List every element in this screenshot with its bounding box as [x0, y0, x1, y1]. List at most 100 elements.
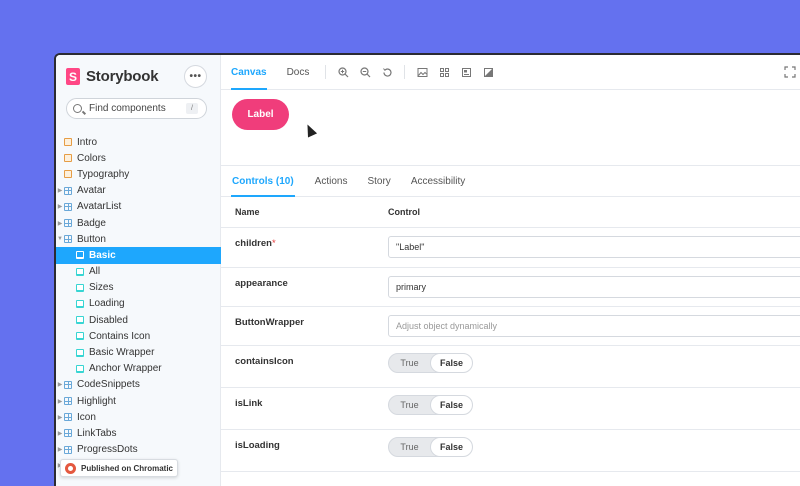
layout-icon[interactable] [460, 66, 472, 78]
sidebar-item-label: CodeSnippets [77, 379, 140, 391]
label-button[interactable]: Label [232, 99, 289, 130]
search-icon [73, 104, 82, 113]
contrast-icon[interactable] [482, 66, 494, 78]
control-row-children: children* "Label" [221, 228, 800, 268]
component-icon [64, 235, 72, 244]
chevron-right-icon[interactable]: ▶ [56, 203, 64, 210]
control-row-islink: isLink True False [221, 388, 800, 430]
chevron-right-icon[interactable]: ▶ [56, 187, 64, 194]
bookmark-icon [76, 332, 84, 341]
sidebar-item-loading[interactable]: Loading [56, 296, 221, 312]
sidebar-item-label: Badge [77, 217, 106, 229]
children-text-field[interactable]: "Label" [388, 236, 800, 258]
grid-icon[interactable] [438, 66, 450, 78]
sidebar-item-label: Basic Wrapper [89, 347, 155, 359]
zoom-in-icon[interactable] [337, 66, 349, 78]
sidebar-item-colors[interactable]: Colors [56, 150, 221, 166]
component-icon [64, 397, 72, 406]
sidebar-item-progressdots[interactable]: ▶ ProgressDots [56, 442, 221, 458]
component-icon [64, 219, 72, 228]
sidebar-item-linktabs[interactable]: ▶ LinkTabs [56, 425, 221, 441]
storybook-logo: S [66, 68, 80, 85]
sidebar-item-label: Button [77, 233, 106, 245]
appearance-text-field[interactable]: primary [388, 276, 800, 298]
controls-header: Name Control [221, 197, 800, 228]
containsicon-toggle[interactable]: True False [388, 353, 473, 373]
sidebar-item-all[interactable]: All [56, 264, 221, 280]
search-placeholder: Find components [89, 103, 166, 114]
sidebar-item-label: All [89, 266, 101, 278]
story-tree: Intro Colors Typography ▶ Avatar ▶ AvatarList ▶… [56, 134, 221, 474]
chevron-right-icon[interactable]: ▶ [56, 381, 64, 388]
tab-controls[interactable]: Controls (10) [231, 166, 295, 197]
sidebar-item-label: Typography [77, 168, 130, 180]
control-name: isLink [235, 398, 263, 409]
toggle-true-option[interactable]: True [389, 396, 430, 414]
islink-toggle[interactable]: True False [388, 395, 473, 415]
control-row-buttonwrapper: ButtonWrapper Adjust object dynamically [221, 307, 800, 346]
zoom-out-icon[interactable] [359, 66, 371, 78]
isloading-toggle[interactable]: True False [388, 437, 473, 457]
buttonwrapper-object-field[interactable]: Adjust object dynamically [388, 315, 800, 337]
chevron-right-icon[interactable]: ▶ [56, 414, 64, 421]
chevron-down-icon[interactable]: ▼ [56, 236, 64, 242]
chevron-right-icon[interactable]: ▶ [56, 220, 64, 227]
sidebar-item-label: Colors [77, 152, 106, 164]
sidebar-item-label: Sizes [89, 282, 114, 294]
sidebar-item-avatar[interactable]: ▶ Avatar [56, 183, 221, 199]
sidebar-item-codesnippets[interactable]: ▶ CodeSnippets [56, 377, 221, 393]
control-name: containsIcon [235, 356, 294, 367]
sidebar-item-badge[interactable]: ▶ Badge [56, 215, 221, 231]
control-name: ButtonWrapper [235, 317, 304, 328]
sidebar-item-highlight[interactable]: ▶ Highlight [56, 393, 221, 409]
component-icon [64, 413, 72, 422]
sidebar-item-sizes[interactable]: Sizes [56, 280, 221, 296]
sidebar-item-typography[interactable]: Typography [56, 166, 221, 182]
toggle-true-option[interactable]: True [389, 438, 430, 456]
sidebar-item-basic-wrapper[interactable]: Basic Wrapper [56, 344, 221, 360]
control-row-appearance: appearance primary [221, 268, 800, 307]
sidebar-item-label: AvatarList [77, 201, 122, 213]
sidebar-item-icon[interactable]: ▶ Icon [56, 409, 221, 425]
control-name: isLoading [235, 440, 280, 451]
sidebar-item-button[interactable]: ▼ Button [56, 231, 221, 247]
sidebar-item-label: Contains Icon [89, 330, 151, 342]
column-control-header: Control [388, 207, 420, 217]
chevron-right-icon[interactable]: ▶ [56, 446, 64, 453]
component-icon [64, 380, 72, 389]
sidebar-item-basic[interactable]: Basic [56, 247, 221, 264]
sidebar-item-label: Icon [77, 411, 96, 423]
sidebar-item-disabled[interactable]: Disabled [56, 312, 221, 328]
addons-panel: Controls (10) Actions Story Accessibilit… [221, 165, 800, 486]
sidebar: S Storybook ••• Find components / Intro C… [56, 55, 221, 486]
zoom-reset-icon[interactable] [381, 66, 393, 78]
bookmark-icon [76, 364, 84, 373]
search-shortcut-key: / [186, 103, 198, 114]
sidebar-item-intro[interactable]: Intro [56, 134, 221, 150]
tab-accessibility[interactable]: Accessibility [401, 166, 475, 197]
toggle-false-option[interactable]: False [430, 438, 472, 456]
control-name: children* [235, 238, 276, 249]
chromatic-badge-label: Published on Chromatic [81, 463, 174, 473]
bookmark-icon [76, 316, 84, 325]
brand[interactable]: S Storybook [66, 68, 159, 85]
chevron-right-icon[interactable]: ▶ [56, 398, 64, 405]
tab-canvas[interactable]: Canvas [221, 55, 277, 90]
fullscreen-icon[interactable] [784, 66, 796, 78]
chromatic-badge[interactable]: Published on Chromatic [60, 459, 178, 477]
story-canvas: Label [221, 90, 800, 165]
tab-docs[interactable]: Docs [277, 55, 320, 90]
chevron-right-icon[interactable]: ▶ [56, 430, 64, 437]
sidebar-item-avatarlist[interactable]: ▶ AvatarList [56, 199, 221, 215]
tab-actions[interactable]: Actions [305, 166, 358, 197]
ellipsis-icon[interactable]: ••• [184, 65, 207, 88]
toggle-false-option[interactable]: False [430, 354, 472, 372]
sidebar-item-label: ProgressDots [77, 444, 138, 456]
tab-story[interactable]: Story [357, 166, 400, 197]
sidebar-item-anchor-wrapper[interactable]: Anchor Wrapper [56, 361, 221, 377]
search-input[interactable]: Find components / [66, 98, 207, 119]
toggle-false-option[interactable]: False [430, 396, 472, 414]
sidebar-item-contains-icon[interactable]: Contains Icon [56, 328, 221, 344]
image-icon[interactable] [416, 66, 428, 78]
toggle-true-option[interactable]: True [389, 354, 430, 372]
